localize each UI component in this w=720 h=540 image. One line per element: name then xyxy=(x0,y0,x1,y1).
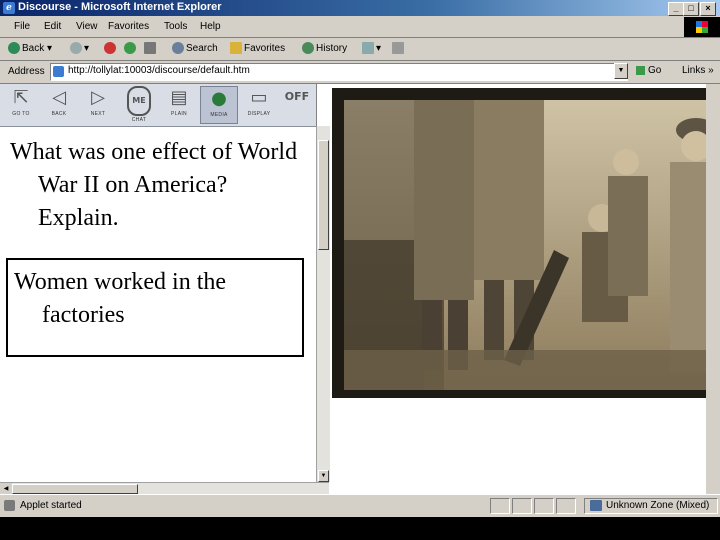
address-bar: Address http://tollylat:10003/discourse/… xyxy=(0,61,720,84)
home-button[interactable] xyxy=(144,41,158,57)
windows-flag xyxy=(684,17,720,37)
photo-illustration xyxy=(344,100,716,390)
status-panel xyxy=(534,498,554,514)
stop-icon xyxy=(104,42,116,55)
plain-icon: ▤ xyxy=(170,87,188,108)
chat-icon: ME xyxy=(120,86,158,116)
horizontal-scroll-thumb[interactable] xyxy=(12,484,138,494)
menu-tools[interactable]: Tools xyxy=(164,21,187,32)
status-text: Applet started xyxy=(20,500,82,511)
back-icon xyxy=(8,42,20,55)
status-panel xyxy=(512,498,532,514)
media-button[interactable]: ● MEDIA xyxy=(200,86,238,124)
app-toolbar: ⇱ GO TO ◁ BACK ▷ NEXT ME CHAT ▤ PLAIN ● MEDIA … xyxy=(0,84,316,127)
title-bar: e Discourse - Microsoft Internet Explore… xyxy=(0,0,720,16)
menu-file[interactable]: File xyxy=(14,21,30,32)
close-button[interactable]: × xyxy=(700,2,716,16)
print-icon xyxy=(392,42,404,55)
status-panel xyxy=(556,498,576,514)
media-pane-edge xyxy=(706,84,720,494)
wwii-soldiers-photo xyxy=(344,100,716,390)
display-button[interactable]: ▭ DISPLAY xyxy=(240,86,278,124)
back-button[interactable]: Back ▾ xyxy=(8,41,52,57)
status-panel xyxy=(490,498,510,514)
links-button[interactable]: Links » xyxy=(682,65,714,76)
minimize-button[interactable]: _ xyxy=(668,2,684,16)
standard-toolbar: Back ▾ ▾ Search Favorites History ▾ xyxy=(0,38,720,61)
maximize-button[interactable]: □ xyxy=(683,2,699,16)
address-url: http://tollylat:10003/discourse/default.… xyxy=(68,65,250,76)
history-icon xyxy=(302,42,314,55)
question-pane: ⇱ GO TO ◁ BACK ▷ NEXT ME CHAT ▤ PLAIN ● MEDIA … xyxy=(0,84,317,494)
zone-icon xyxy=(590,500,602,511)
answer-box[interactable]: Women worked in the factories xyxy=(6,258,304,357)
refresh-icon xyxy=(124,42,136,55)
answer-text: Women worked in the factories xyxy=(14,269,227,328)
menu-favorites[interactable]: Favorites xyxy=(108,21,149,32)
vertical-scrollbar[interactable]: ▼ xyxy=(316,126,330,482)
next-arrow-icon: ▷ xyxy=(91,87,105,108)
go-icon xyxy=(636,65,645,75)
forward-button[interactable]: ▾ xyxy=(70,41,89,57)
back-arrow-icon: ◁ xyxy=(52,87,66,108)
favorites-button[interactable]: Favorites xyxy=(230,41,285,57)
ie-icon: e xyxy=(3,2,15,14)
windows-logo-icon xyxy=(696,21,708,33)
globe-icon: ● xyxy=(211,88,227,109)
question-text: What was one effect of World War II on A… xyxy=(10,139,298,231)
stop-button[interactable] xyxy=(104,41,118,57)
zone-text: Unknown Zone (Mixed) xyxy=(606,500,710,511)
print-button[interactable] xyxy=(392,41,406,57)
favorites-icon xyxy=(230,42,242,55)
applet-icon xyxy=(4,500,15,511)
photo-frame xyxy=(332,88,718,398)
goto-button[interactable]: ⇱ GO TO xyxy=(2,86,40,124)
search-button[interactable]: Search xyxy=(172,41,218,57)
content-area: ⇱ GO TO ◁ BACK ▷ NEXT ME CHAT ▤ PLAIN ● MEDIA … xyxy=(0,84,720,495)
search-icon xyxy=(172,42,184,55)
off-icon: OFF xyxy=(284,90,310,103)
chat-button[interactable]: ME CHAT xyxy=(120,86,158,124)
browser-window: e Discourse - Microsoft Internet Explore… xyxy=(0,0,720,517)
refresh-button[interactable] xyxy=(124,41,138,57)
display-icon: ▭ xyxy=(250,87,268,108)
go-button[interactable]: Go xyxy=(636,65,661,76)
goto-icon: ⇱ xyxy=(13,87,29,108)
mail-button[interactable]: ▾ xyxy=(362,41,381,57)
history-button[interactable]: History xyxy=(302,41,347,57)
address-input[interactable]: http://tollylat:10003/discourse/default.… xyxy=(50,63,628,81)
page-icon xyxy=(53,66,64,77)
scroll-thumb[interactable] xyxy=(318,140,329,250)
home-icon xyxy=(144,42,156,55)
address-dropdown[interactable]: ▼ xyxy=(614,63,628,79)
plain-button[interactable]: ▤ PLAIN xyxy=(160,86,198,124)
menu-bar: File Edit View Favorites Tools Help xyxy=(0,17,720,38)
status-bar: Applet started Unknown Zone (Mixed) xyxy=(0,494,720,517)
off-button[interactable]: OFF xyxy=(278,86,316,124)
forward-icon xyxy=(70,42,82,55)
menu-edit[interactable]: Edit xyxy=(44,21,61,32)
mail-icon xyxy=(362,42,374,55)
chat-badge: ME xyxy=(127,86,151,116)
menu-help[interactable]: Help xyxy=(200,21,221,32)
address-label: Address xyxy=(8,66,45,77)
media-pane xyxy=(330,84,720,494)
window-title: Discourse - Microsoft Internet Explorer xyxy=(18,1,222,13)
scroll-down-icon[interactable]: ▼ xyxy=(318,470,329,482)
app-next-button[interactable]: ▷ NEXT xyxy=(79,86,117,124)
app-back-button[interactable]: ◁ BACK xyxy=(40,86,78,124)
menu-view[interactable]: View xyxy=(76,21,98,32)
